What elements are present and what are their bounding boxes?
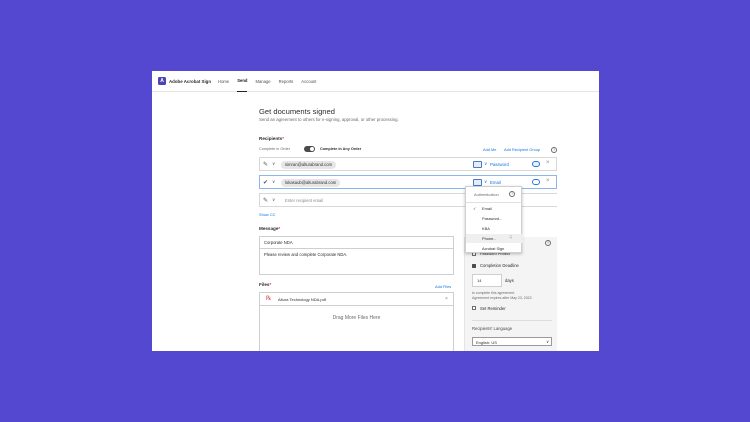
- set-reminder-label: Set Reminder: [480, 306, 506, 311]
- divider: [466, 202, 523, 203]
- chevron-down-icon[interactable]: ∨: [272, 161, 275, 167]
- nav-item-account[interactable]: Account: [301, 71, 316, 92]
- recipients-label: Recipients*: [259, 136, 285, 141]
- complete-in-order-label: Complete in Order: [259, 147, 291, 151]
- deadline-note: to complete this agreement.: [472, 291, 516, 295]
- chevron-down-icon[interactable]: ∨: [272, 179, 275, 185]
- add-recipient-group-link[interactable]: Add Recipient Group: [504, 147, 540, 152]
- add-me-link[interactable]: Add Me: [483, 147, 496, 152]
- days-label: days: [505, 278, 514, 283]
- completion-deadline-checkbox[interactable]: [472, 264, 476, 268]
- private-message-icon[interactable]: [532, 178, 540, 185]
- message-body-textarea[interactable]: Please review and complete Corporate NDA…: [259, 248, 454, 275]
- info-icon[interactable]: ?: [509, 191, 515, 197]
- checkmark-icon: ✓: [473, 206, 477, 211]
- options-panel: ? Password Protect Completion Deadline 1…: [464, 237, 557, 351]
- private-message-icon[interactable]: [532, 160, 540, 167]
- recipient-email-input[interactable]: Enter recipient email: [285, 198, 323, 203]
- show-cc-link[interactable]: Show CC: [259, 212, 275, 217]
- pdf-file-icon: ℞: [266, 296, 272, 302]
- brand-name: Adobe Acrobat Sign: [169, 78, 212, 84]
- deadline-expiry-note: Agreement expires after May 23, 2022.: [472, 296, 533, 300]
- remove-recipient-icon[interactable]: ×: [546, 160, 550, 166]
- chevron-down-icon[interactable]: ∨: [484, 161, 487, 167]
- language-select-value: English: US: [476, 339, 497, 345]
- chevron-down-icon[interactable]: ∨: [484, 179, 487, 185]
- dropdown-header: Authentication: [474, 192, 499, 197]
- order-toggle[interactable]: [304, 146, 315, 152]
- authentication-dropdown: Authentication ? ✓ Email Password... KBA…: [465, 186, 523, 253]
- recipient-row[interactable]: ✎ ∨ simran@alturabrand.com ∨ Password ×: [259, 157, 557, 171]
- approver-check-icon[interactable]: ✔: [263, 179, 268, 186]
- recipients-language-label: Recipients' Language: [472, 326, 513, 331]
- auth-method-label[interactable]: Email: [490, 180, 501, 185]
- days-input[interactable]: 14: [472, 274, 502, 287]
- chevron-down-icon[interactable]: ∨: [272, 197, 275, 203]
- app-window: A Adobe Acrobat Sign Home Send Manage Re…: [152, 71, 599, 351]
- auth-method-label[interactable]: Password: [490, 162, 509, 167]
- password-auth-icon[interactable]: [473, 161, 482, 168]
- language-select[interactable]: English: US ∨: [472, 337, 552, 346]
- nav-item-reports[interactable]: Reports: [279, 71, 294, 92]
- recipient-email-chip[interactable]: lokasaub@alturabrand.com: [281, 178, 341, 187]
- signer-pen-icon[interactable]: ✎: [263, 161, 268, 168]
- nav-item-home[interactable]: Home: [218, 71, 229, 92]
- nav-item-send[interactable]: Send: [237, 71, 248, 92]
- nav-item-manage[interactable]: Manage: [255, 71, 270, 92]
- help-icon[interactable]: ?: [545, 240, 551, 246]
- help-icon[interactable]: ?: [551, 147, 557, 153]
- page-subtitle: Send an agreement to others for e-signin…: [259, 117, 399, 122]
- adobe-sign-logo-icon: A: [158, 77, 166, 85]
- complete-in-any-order-label: Complete in Any Order: [320, 147, 362, 151]
- remove-file-icon[interactable]: ×: [445, 296, 448, 302]
- file-name: Altura Technology NDA.pdf: [278, 297, 326, 302]
- recipient-email-chip[interactable]: simran@alturabrand.com: [281, 160, 337, 169]
- remove-recipient-icon[interactable]: ×: [546, 178, 550, 184]
- file-drop-zone[interactable]: Drag More Files Here: [259, 305, 454, 351]
- top-navigation: A Adobe Acrobat Sign Home Send Manage Re…: [152, 71, 599, 92]
- email-auth-icon[interactable]: [473, 179, 482, 186]
- hand-cursor-icon: ☟: [509, 235, 513, 241]
- chevron-down-icon: ∨: [546, 339, 549, 344]
- page-title: Get documents signed: [259, 107, 335, 116]
- message-label: Message*: [259, 226, 281, 231]
- drop-zone-label: Drag More Files Here: [332, 315, 381, 321]
- divider: [472, 320, 552, 321]
- files-label: Files*: [259, 282, 272, 287]
- add-files-link[interactable]: Add Files: [435, 284, 451, 289]
- completion-deadline-label: Completion Deadline: [480, 263, 519, 268]
- auth-option-password[interactable]: Password...: [466, 214, 523, 223]
- file-item[interactable]: ℞ Altura Technology NDA.pdf ×: [259, 292, 454, 306]
- auth-option-phone[interactable]: Phone... ☟: [466, 234, 523, 243]
- auth-option-acrobat-sign[interactable]: Acrobat Sign: [466, 244, 523, 253]
- auth-option-email[interactable]: ✓ Email: [466, 204, 523, 213]
- signer-pen-icon[interactable]: ✎: [263, 197, 268, 204]
- auth-option-kba[interactable]: KBA: [466, 224, 523, 233]
- set-reminder-checkbox[interactable]: [472, 306, 476, 310]
